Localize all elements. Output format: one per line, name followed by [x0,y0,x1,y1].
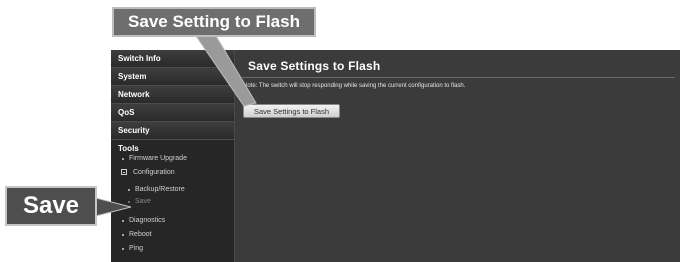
sidebar-item-diagnostics[interactable]: Diagnostics [118,215,234,227]
title-divider [242,77,675,78]
bullet-icon [122,158,124,160]
page-title: Save Settings to Flash [248,59,381,73]
sidebar-item-label: Ping [129,245,144,252]
callout-save-setting-to-flash: Save Setting to Flash [112,7,316,37]
callout-save: Save [5,186,97,226]
sidebar-item-ping[interactable]: Ping [118,243,234,255]
main-content: Save Settings to Flash Note: The switch … [235,50,680,262]
sidebar-item-label: Backup/Restore [135,186,185,193]
bullet-icon [122,248,124,250]
sidebar-item-network[interactable]: Network [111,86,234,104]
warning-note: Note: The switch will stop responding wh… [243,83,466,89]
bullet-icon [122,234,124,236]
sidebar-item-label: Firmware Upgrade [129,155,187,162]
sidebar-item-save[interactable]: Save [118,196,234,208]
sidebar-nav: Switch Info System Network QoS Security … [111,50,235,262]
sidebar-item-system[interactable]: System [111,68,234,86]
sidebar-item-tools[interactable]: Tools [118,144,234,153]
switch-web-ui: Switch Info System Network QoS Security … [111,50,680,262]
sidebar-item-reboot[interactable]: Reboot [118,229,234,241]
bullet-icon [128,201,130,203]
sidebar-item-security[interactable]: Security [111,122,234,140]
sidebar-item-switch-info[interactable]: Switch Info [111,50,234,68]
save-settings-button[interactable]: Save Settings to Flash [243,104,340,118]
bullet-icon [128,189,130,191]
bullet-icon [122,220,124,222]
sidebar-item-qos[interactable]: QoS [111,104,234,122]
sidebar-section-tools: Tools Firmware Upgrade Configuration Bac… [111,140,234,255]
sidebar-item-firmware-upgrade[interactable]: Firmware Upgrade [118,153,234,165]
sidebar-item-label: Reboot [129,231,152,238]
sidebar-item-label: Diagnostics [129,217,166,224]
sidebar-item-backup-restore[interactable]: Backup/Restore [118,184,234,196]
sidebar-item-label: Configuration [133,169,175,176]
sidebar-item-label: Save [135,198,151,205]
collapse-icon[interactable] [121,169,127,175]
sidebar-item-configuration[interactable]: Configuration [118,167,234,179]
